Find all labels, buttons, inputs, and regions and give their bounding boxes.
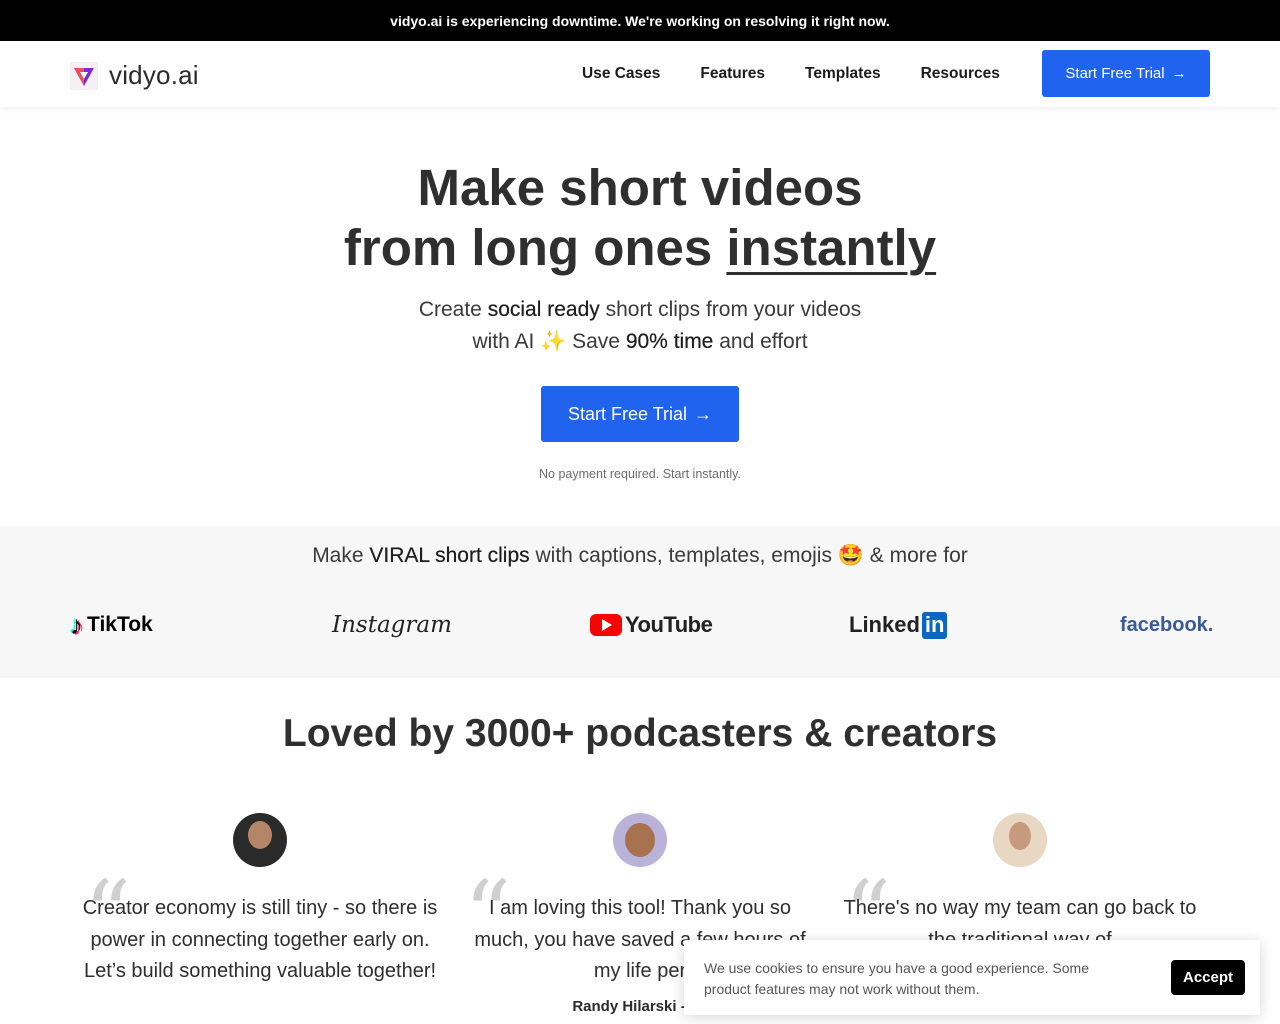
header-start-trial-label: Start Free Trial bbox=[1065, 65, 1165, 82]
hero-title-line2-text: from long ones bbox=[343, 219, 727, 276]
top-navbar: vidyo.ai Use Cases Features Templates Re… bbox=[0, 41, 1280, 107]
hero-title-emphasis: instantly bbox=[726, 219, 937, 276]
hero-title-line1: Make short videos bbox=[417, 159, 863, 216]
hero-subtitle: Create social ready short clips from you… bbox=[0, 294, 1280, 358]
facebook-logo: facebook. bbox=[1120, 608, 1213, 642]
hero-subtitle-line1: Create social ready short clips from you… bbox=[0, 294, 1280, 326]
tiktok-icon: ♪ bbox=[70, 609, 83, 640]
youtube-logo: YouTube bbox=[590, 608, 713, 642]
linkedin-wordmark: Linked bbox=[849, 612, 920, 637]
cookie-consent-banner: We use cookies to ensure you have a good… bbox=[684, 940, 1260, 1015]
testimonial-card: “ I am loving this tool! Thank you so mu… bbox=[460, 813, 820, 1015]
hero-sub-bold: 90% time bbox=[625, 330, 714, 353]
testimonial-quote: Creator economy is still tiny - so there… bbox=[82, 897, 438, 982]
nav-templates[interactable]: Templates bbox=[805, 65, 881, 83]
nav-resources[interactable]: Resources bbox=[921, 65, 1000, 83]
testimonials-heading: Loved by 3000+ podcasters & creators bbox=[282, 712, 998, 755]
nav-use-cases[interactable]: Use Cases bbox=[582, 65, 660, 83]
brand-name: vidyo.ai bbox=[109, 60, 199, 90]
arrow-right-icon: → bbox=[1171, 65, 1187, 82]
main-nav: Use Cases Features Templates Resources bbox=[582, 65, 1040, 83]
hero-start-trial-label: Start Free Trial bbox=[567, 403, 688, 424]
hero-sub-bold: social ready bbox=[487, 298, 600, 321]
youtube-wordmark: YouTube bbox=[625, 612, 713, 637]
nav-features[interactable]: Features bbox=[700, 65, 765, 83]
downtime-banner-text: vidyo.ai is experiencing downtime. We're… bbox=[390, 12, 890, 29]
tiktok-logo: ♪ TikTok bbox=[70, 608, 153, 642]
platforms-title-bold: VIRAL short clips bbox=[369, 544, 530, 567]
hero-sub-text: short clips from your videos bbox=[599, 298, 862, 321]
platforms-title-text: Make bbox=[312, 544, 370, 567]
cookie-accept-button[interactable]: Accept bbox=[1171, 960, 1245, 995]
vidyo-logo-icon bbox=[70, 61, 98, 90]
platforms-title: Make VIRAL short clips with captions, te… bbox=[0, 544, 1280, 568]
hero-title-line2: from long ones instantly bbox=[0, 218, 1280, 278]
cookie-message: We use cookies to ensure you have a good… bbox=[704, 960, 1089, 997]
facebook-wordmark: facebook. bbox=[1120, 613, 1214, 636]
youtube-play-icon bbox=[590, 614, 622, 636]
avatar bbox=[233, 813, 287, 867]
hero-title: Make short videos from long ones instant… bbox=[0, 158, 1280, 278]
hero-sub-text: with AI ✨ Save bbox=[472, 330, 626, 353]
testimonial-card: “ Creator economy is still tiny - so the… bbox=[80, 813, 440, 982]
platform-logos: ♪ TikTok Instagram YouTube Linked in fac… bbox=[0, 608, 1280, 642]
linkedin-logo: Linked in bbox=[849, 608, 948, 642]
testimonial-card: “ There's no way my team can go back to … bbox=[840, 813, 1200, 961]
instagram-logo: Instagram bbox=[332, 608, 452, 642]
instagram-wordmark: Instagram bbox=[332, 612, 452, 638]
platforms-section: Make VIRAL short clips with captions, te… bbox=[0, 526, 1280, 678]
no-payment-note: No payment required. Start instantly. bbox=[539, 467, 741, 481]
downtime-banner: vidyo.ai is experiencing downtime. We're… bbox=[0, 0, 1280, 41]
brand-logo[interactable]: vidyo.ai bbox=[70, 60, 199, 91]
hero-sub-text: and effort bbox=[713, 330, 808, 353]
hero-subtitle-line2: with AI ✨ Save 90% time and effort bbox=[0, 326, 1280, 358]
linkedin-in-icon: in bbox=[921, 611, 948, 639]
avatar bbox=[993, 813, 1047, 867]
platforms-title-text: with captions, templates, emojis 🤩 & mor… bbox=[529, 544, 968, 567]
hero-start-trial-button[interactable]: Start Free Trial → bbox=[541, 386, 739, 442]
arrow-right-icon: → bbox=[694, 403, 713, 424]
avatar bbox=[613, 813, 667, 867]
tiktok-wordmark: TikTok bbox=[87, 613, 153, 636]
hero-sub-text: Create bbox=[418, 298, 488, 321]
header-start-trial-button[interactable]: Start Free Trial → bbox=[1042, 50, 1210, 97]
